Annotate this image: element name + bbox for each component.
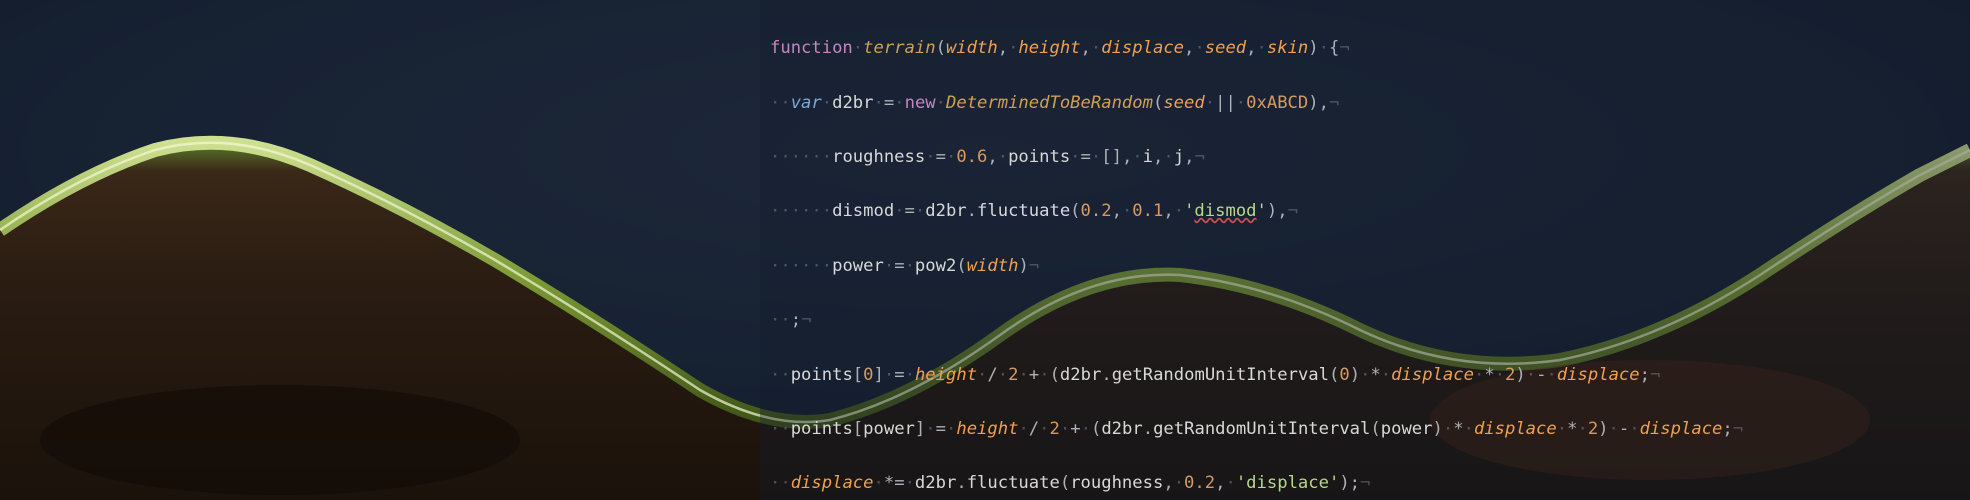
code-line: function·terrain(width,·height,·displace…	[770, 35, 1960, 62]
code-line: ··points[0]·=·height·/·2·+·(d2br.getRand…	[770, 362, 1960, 389]
code-line: ··displace·*=·d2br.fluctuate(roughness,·…	[770, 470, 1960, 497]
code-line: ··;¬	[770, 307, 1960, 334]
code-editor[interactable]: function·terrain(width,·height,·displace…	[760, 0, 1970, 500]
code-line: ······power·=·pow2(width)¬	[770, 253, 1960, 280]
code-line: ··points[power]·=·height·/·2·+·(d2br.get…	[770, 416, 1960, 443]
code-line: ··var·d2br·=·new·DeterminedToBeRandom(se…	[770, 90, 1960, 117]
code-line: ······roughness·=·0.6,·points·=·[],·i,·j…	[770, 144, 1960, 171]
code-line: ······dismod·=·d2br.fluctuate(0.2,·0.1,·…	[770, 198, 1960, 225]
